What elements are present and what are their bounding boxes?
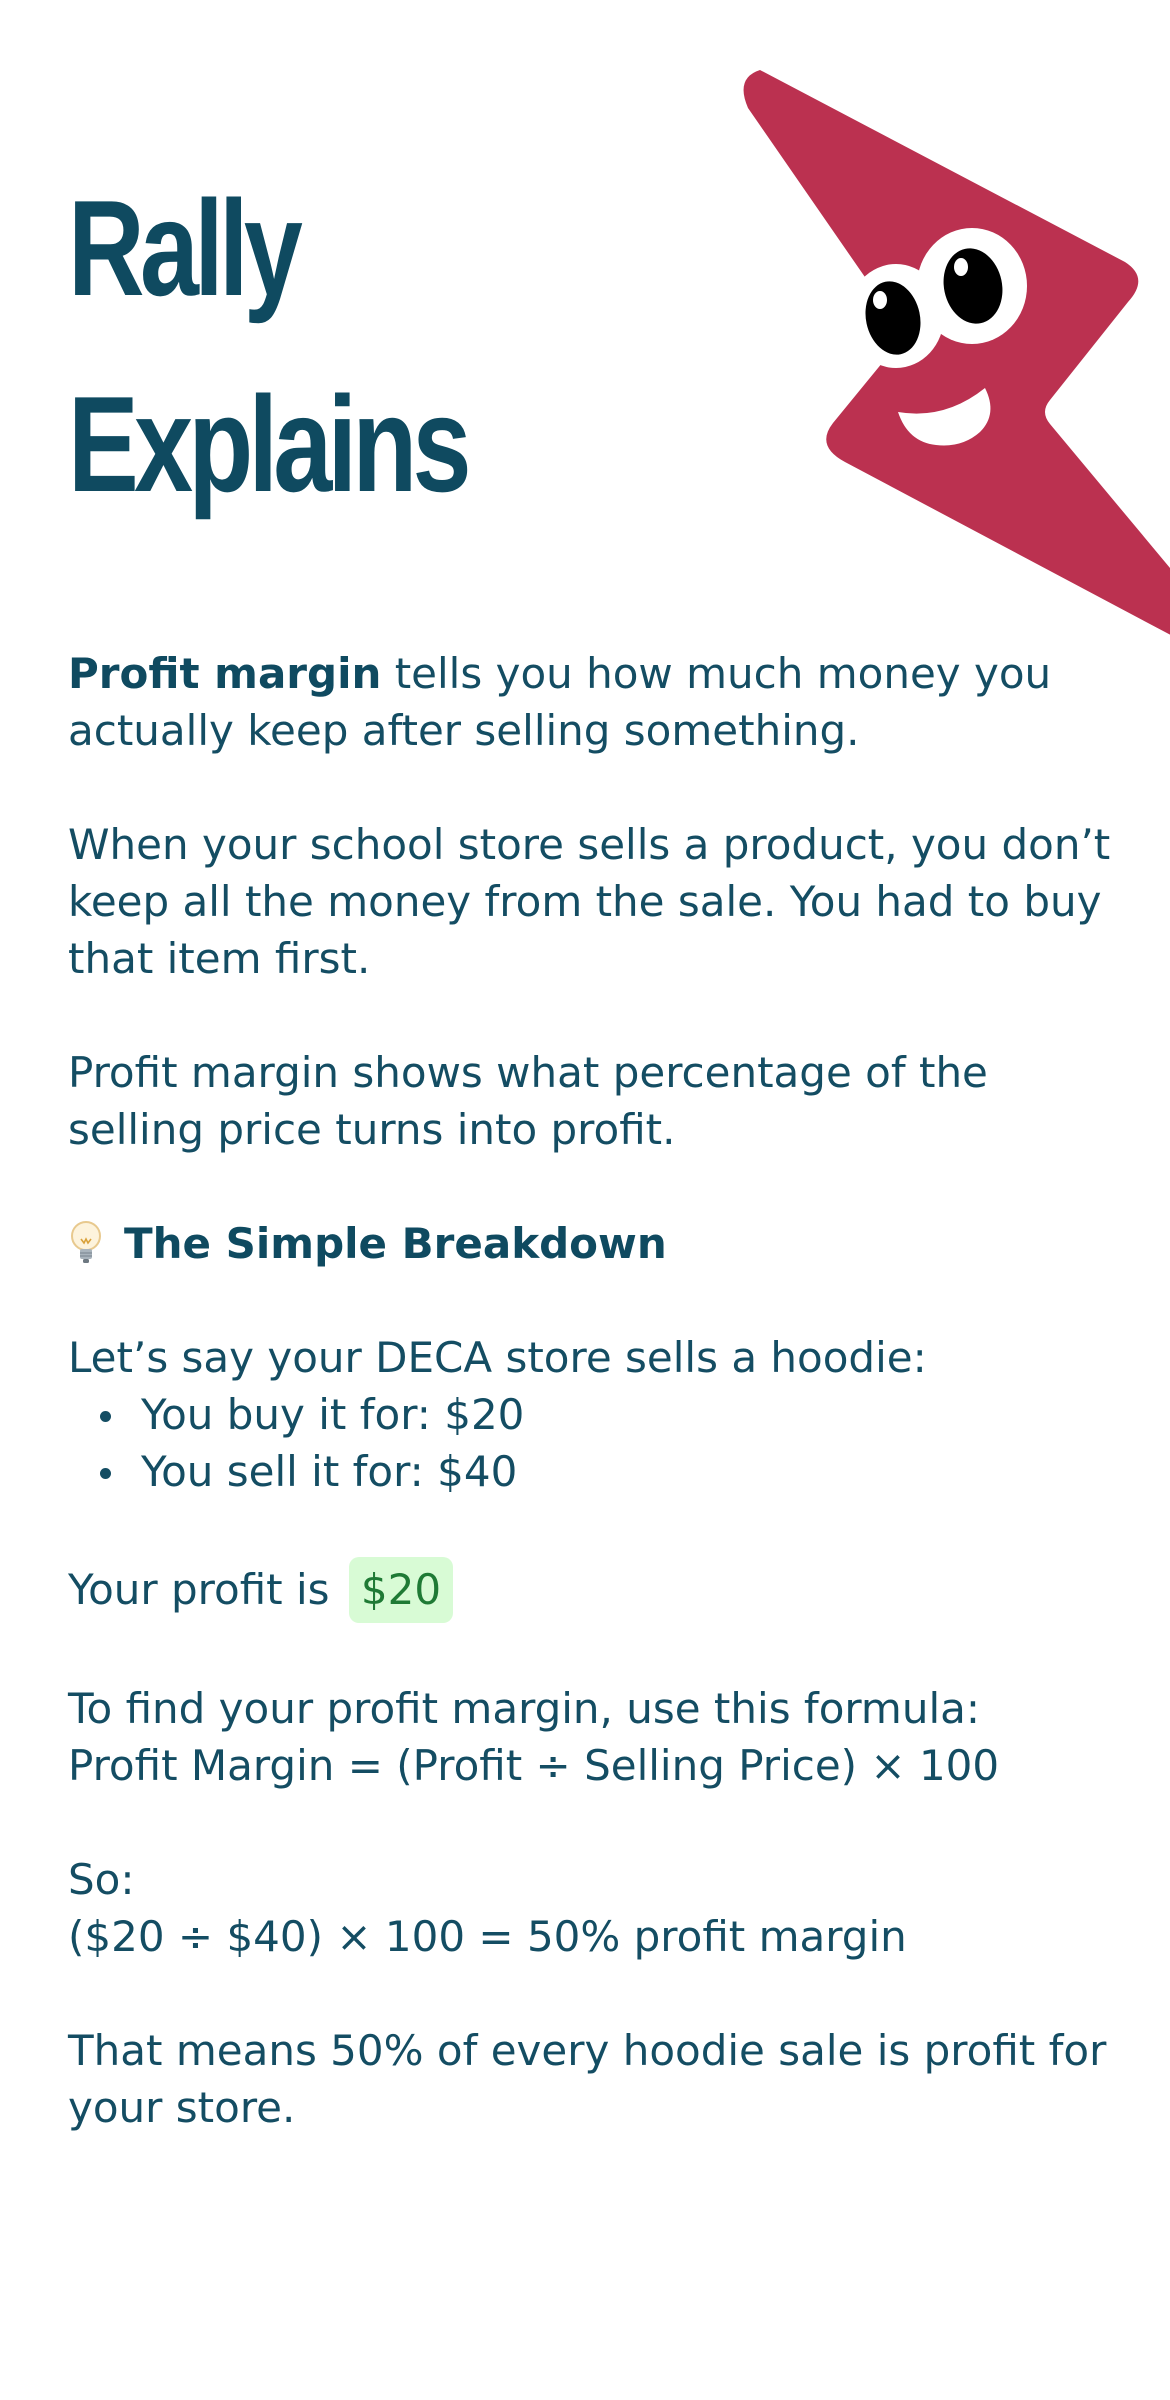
- profit-line: Your profit is $20: [68, 1557, 1118, 1623]
- definition-paragraph: Profit margin shows what percentage of t…: [68, 1048, 988, 1154]
- lightbulb-icon: [71, 1220, 101, 1263]
- calculation-label: So:: [68, 1855, 135, 1904]
- title-line-1: Rally: [68, 172, 303, 324]
- mascot-body: [743, 70, 1170, 635]
- page-title: Rally Explains: [68, 150, 472, 542]
- mascot-left-highlight: [873, 291, 887, 309]
- title-line-2: Explains: [68, 368, 472, 520]
- profit-label: Your profit is: [68, 1565, 330, 1614]
- mascot-right-highlight: [954, 258, 968, 276]
- calculation-text: ($20 ÷ $40) × 100 = 50% profit margin: [68, 1912, 907, 1961]
- formula-text: Profit Margin = (Profit ÷ Selling Price)…: [68, 1741, 1000, 1790]
- calculation-block: So: ($20 ÷ $40) × 100 = 50% profit margi…: [68, 1851, 1118, 1965]
- list-item: You buy it for: $20: [68, 1386, 1118, 1443]
- breakdown-heading: The Simple Breakdown: [68, 1215, 1118, 1272]
- store-paragraph: When your school store sells a product, …: [68, 820, 1111, 983]
- profit-value-badge: $20: [348, 1557, 454, 1623]
- example-intro: Let’s say your DECA store sells a hoodie…: [68, 1333, 927, 1382]
- intro-paragraph: Profit margin tells you how much money y…: [68, 645, 1118, 759]
- example-list: You buy it for: $20 You sell it for: $40: [68, 1386, 1118, 1500]
- term-profit-margin: Profit margin: [68, 649, 382, 698]
- list-item: You sell it for: $40: [68, 1443, 1118, 1500]
- explainer-card: Rally Explains Profit margin tells you h…: [0, 0, 1170, 2400]
- breakdown-title: The Simple Breakdown: [124, 1219, 667, 1268]
- conclusion-paragraph: That means 50% of every hoodie sale is p…: [68, 2026, 1107, 2132]
- lightning-bolt-mascot-icon: [743, 70, 1170, 635]
- formula-block: To find your profit margin, use this for…: [68, 1680, 1118, 1794]
- formula-intro: To find your profit margin, use this for…: [68, 1684, 981, 1733]
- explanation-body: Profit margin tells you how much money y…: [68, 645, 1118, 2193]
